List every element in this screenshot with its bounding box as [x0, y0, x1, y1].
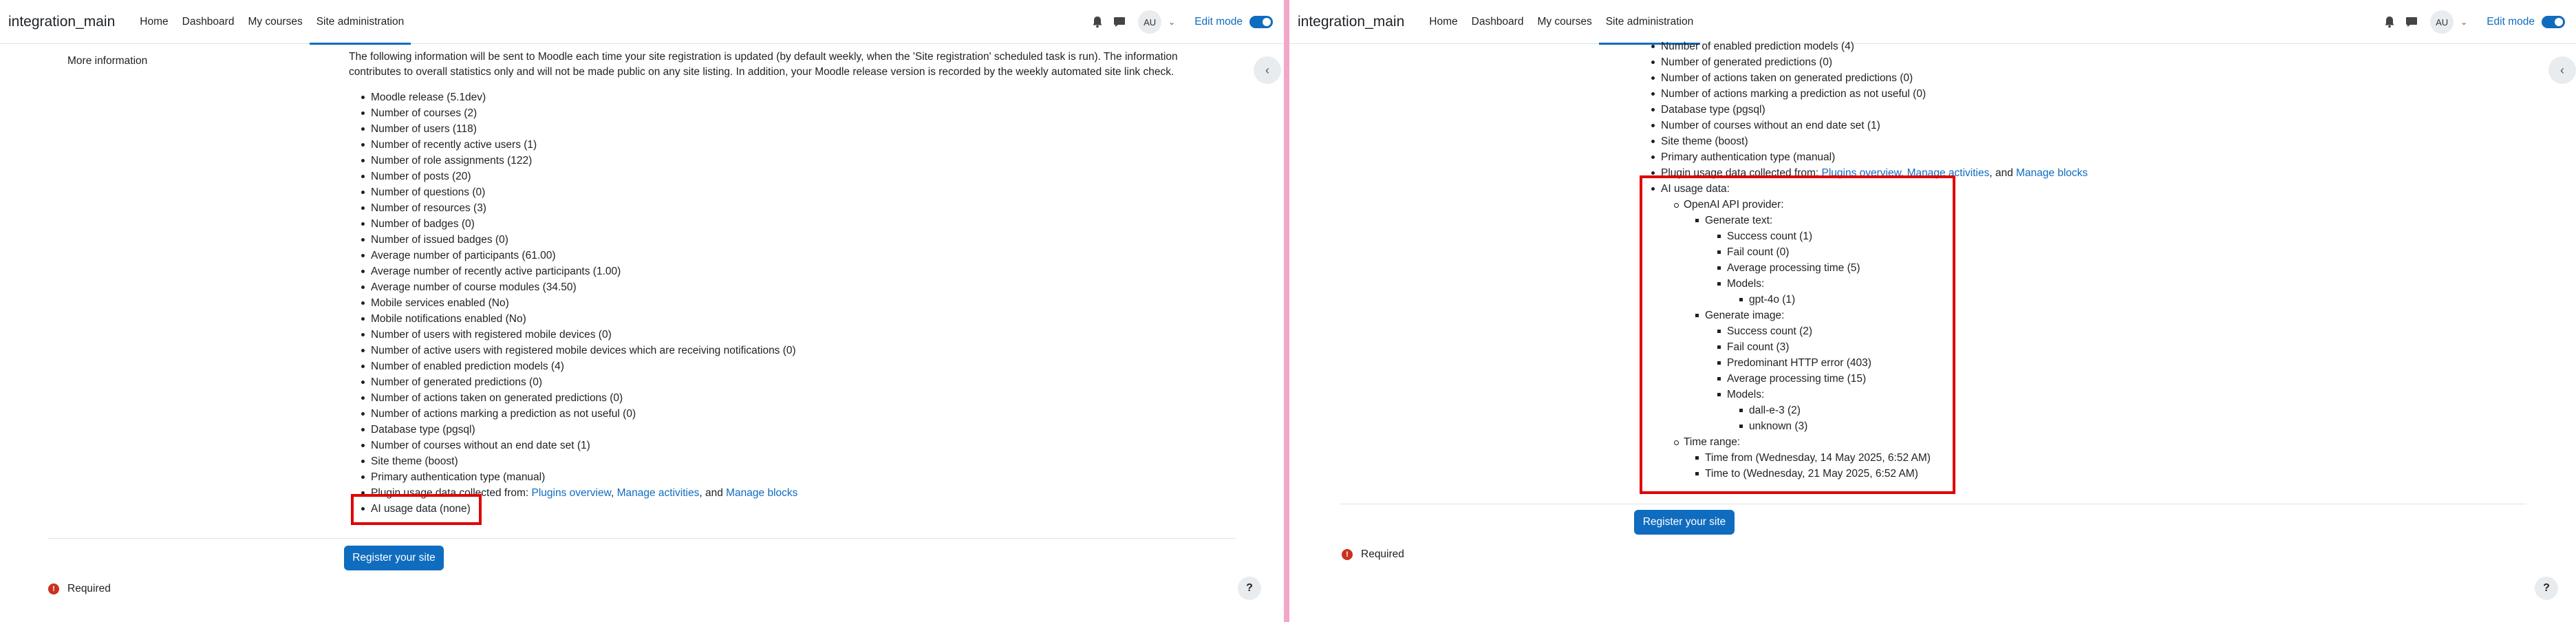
list-item: Site theme (boost) [1651, 133, 2087, 149]
nav-actions: AU ⌄ Edit mode [1090, 0, 1273, 44]
registration-info-list: Number of enabled prediction models (4) … [1651, 39, 2087, 197]
manage-blocks-link[interactable]: Manage blocks [726, 487, 797, 499]
list-item: Number of courses (2) [361, 105, 797, 121]
list-item: Number of generated predictions (0) [1651, 54, 2087, 70]
messages-icon[interactable] [2404, 14, 2419, 30]
chevron-down-icon[interactable]: ⌄ [2460, 17, 2467, 27]
site-brand[interactable]: integration_main [1298, 14, 1404, 30]
edit-mode-toggle[interactable] [1249, 16, 1273, 28]
more-information-label: More information [67, 55, 148, 67]
help-icon[interactable]: ? [1238, 577, 1261, 600]
divider [48, 538, 1236, 539]
register-site-button[interactable]: Register your site [344, 546, 444, 570]
list-item: Number of posts (20) [361, 169, 797, 184]
separator: , and [699, 487, 727, 499]
list-item: Mobile notifications enabled (No) [361, 311, 797, 327]
nav-site-administration[interactable]: Site administration [309, 0, 411, 45]
register-site-button[interactable]: Register your site [1634, 510, 1735, 535]
nav-home[interactable]: Home [1422, 0, 1464, 44]
list-item: Number of questions (0) [361, 184, 797, 200]
bell-icon[interactable] [2382, 14, 2397, 30]
list-item: Number of users (118) [361, 121, 797, 137]
navbar: integration_main Home Dashboard My cours… [1289, 0, 2576, 45]
list-item: Number of enabled prediction models (4) [1651, 39, 2087, 54]
list-item: Number of actions taken on generated pre… [1651, 70, 2087, 86]
separator: , [610, 487, 617, 499]
list-item: Number of users with registered mobile d… [361, 327, 797, 343]
required-label: Required [67, 583, 111, 594]
highlight-box [1640, 175, 1955, 494]
edit-mode-toggle[interactable] [2542, 16, 2565, 28]
list-item: Database type (pgsql) [1651, 102, 2087, 118]
list-item: Primary authentication type (manual) [1651, 149, 2087, 165]
list-item: Number of generated predictions (0) [361, 374, 797, 390]
required-note: ! Required [1342, 548, 1404, 561]
nav-my-courses[interactable]: My courses [1530, 0, 1598, 44]
list-item: Database type (pgsql) [361, 422, 797, 438]
user-avatar[interactable]: AU [2430, 10, 2454, 34]
list-item: Number of active users with registered m… [361, 343, 797, 358]
required-label: Required [1361, 548, 1404, 560]
list-item: Number of resources (3) [361, 200, 797, 216]
manage-activities-link[interactable]: Manage activities [617, 487, 700, 499]
highlight-box [351, 494, 482, 525]
separator: , and [1989, 167, 2017, 179]
panel-divider [1284, 0, 1289, 622]
chevron-down-icon[interactable]: ⌄ [1168, 17, 1175, 27]
nav-dashboard[interactable]: Dashboard [175, 0, 242, 44]
left-panel: integration_main Home Dashboard My cours… [0, 0, 1284, 622]
chevron-left-icon[interactable]: ‹ [1254, 56, 1281, 84]
nav-site-administration[interactable]: Site administration [1598, 0, 1701, 45]
help-icon[interactable]: ? [2535, 577, 2558, 600]
registration-intro-text: The following information will be sent t… [349, 51, 1178, 78]
navbar: integration_main Home Dashboard My cours… [0, 0, 1284, 45]
list-item: Mobile services enabled (No) [361, 295, 797, 311]
list-item: Number of role assignments (122) [361, 153, 797, 169]
list-item: Site theme (boost) [361, 453, 797, 469]
nav-home[interactable]: Home [133, 0, 175, 44]
nav-dashboard[interactable]: Dashboard [1465, 0, 1531, 44]
manage-blocks-link[interactable]: Manage blocks [2016, 167, 2087, 179]
nav-actions: AU ⌄ Edit mode [2382, 0, 2565, 44]
required-note: ! Required [48, 583, 111, 595]
list-item: Number of enabled prediction models (4) [361, 358, 797, 374]
user-avatar[interactable]: AU [1138, 10, 1162, 34]
list-item: Number of badges (0) [361, 216, 797, 232]
site-brand[interactable]: integration_main [8, 14, 115, 30]
list-item: Number of actions taken on generated pre… [361, 390, 797, 406]
list-item: Number of recently active users (1) [361, 137, 797, 153]
list-item: Moodle release (5.1dev) [361, 89, 797, 105]
bell-icon[interactable] [1090, 14, 1105, 30]
list-item: Number of actions marking a prediction a… [1651, 86, 2087, 102]
right-panel: integration_main Home Dashboard My cours… [1289, 0, 2576, 622]
list-item: Primary authentication type (manual) [361, 469, 797, 485]
required-icon: ! [48, 583, 59, 594]
edit-mode-label: Edit mode [2487, 16, 2535, 28]
list-item: Average number of course modules (34.50) [361, 279, 797, 295]
edit-mode-label: Edit mode [1194, 16, 1243, 28]
plugins-overview-link[interactable]: Plugins overview [532, 487, 611, 499]
nav-my-courses[interactable]: My courses [241, 0, 309, 44]
chevron-left-icon[interactable]: ‹ [2548, 56, 2576, 84]
list-item: Average number of participants (61.00) [361, 248, 797, 264]
list-item: Number of courses without an end date se… [361, 438, 797, 453]
required-icon: ! [1342, 549, 1353, 560]
list-item: Number of issued badges (0) [361, 232, 797, 248]
messages-icon[interactable] [1112, 14, 1127, 30]
registration-info-list: Moodle release (5.1dev) Number of course… [361, 89, 797, 517]
list-item: Average number of recently active partic… [361, 264, 797, 279]
list-item: Number of courses without an end date se… [1651, 118, 2087, 133]
list-item: Number of actions marking a prediction a… [361, 406, 797, 422]
